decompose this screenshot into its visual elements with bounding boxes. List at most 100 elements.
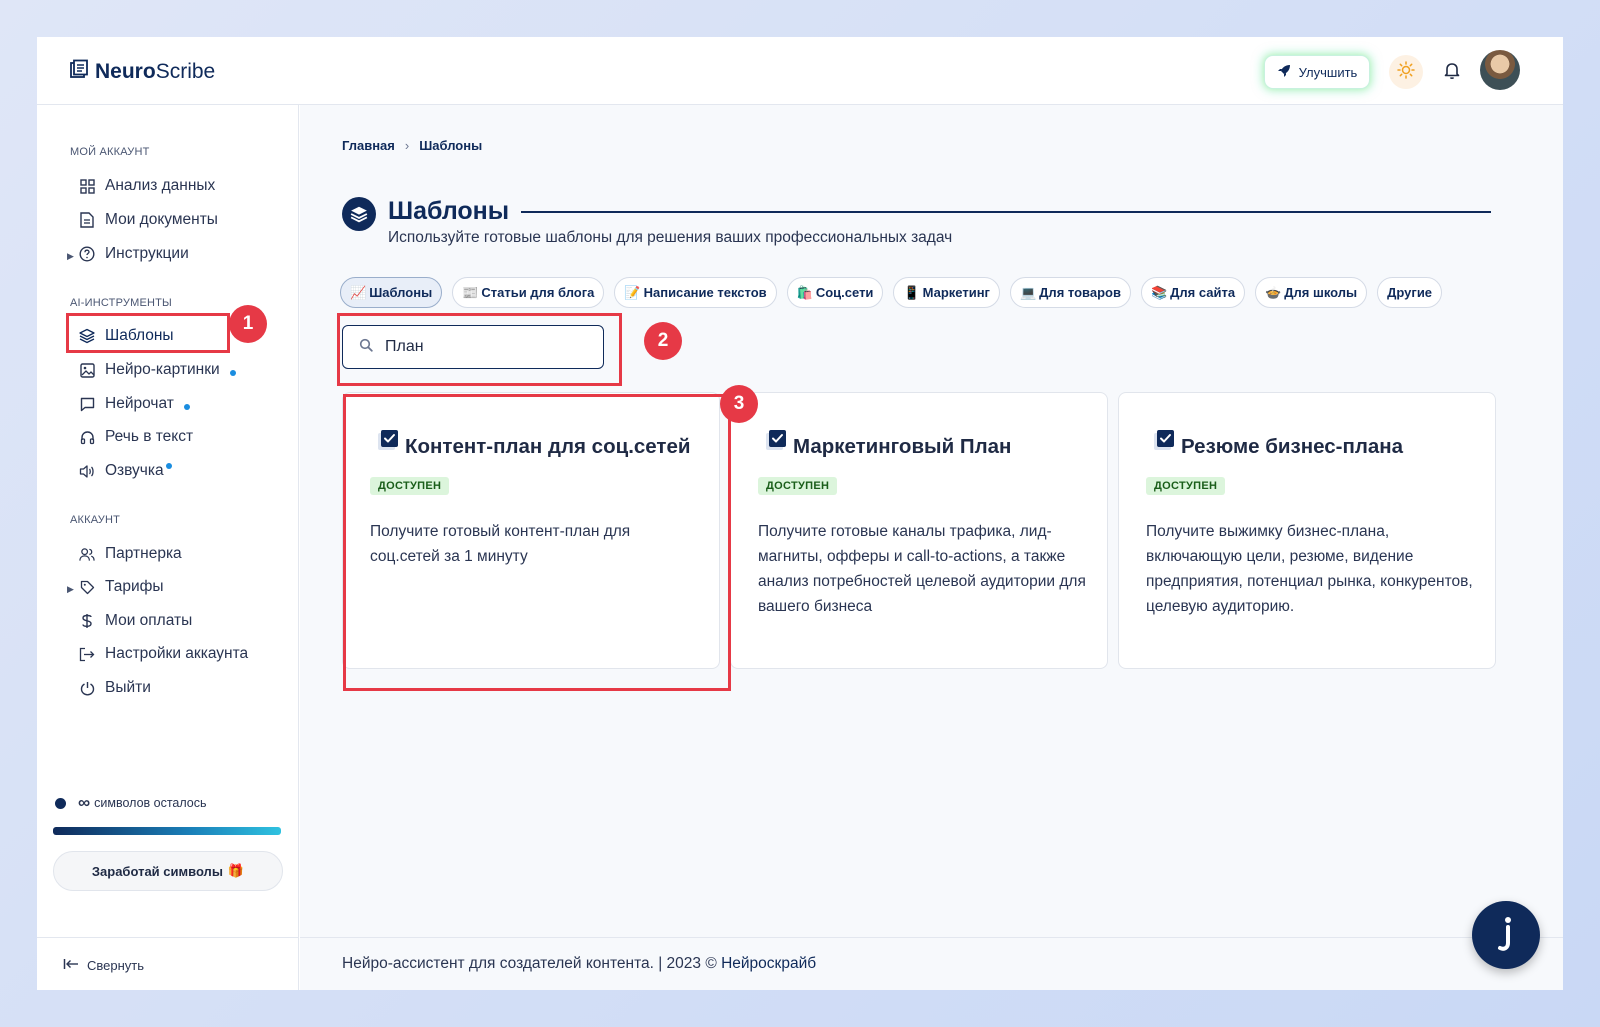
page-title: Шаблоны <box>388 197 510 225</box>
card-description: Получите выжимку бизнес-плана, включающу… <box>1146 523 1473 615</box>
footer-copyright: Нейро-ассистент для создателей контента.… <box>342 955 717 972</box>
tab-writing[interactable]: 📝 Написание текстов <box>614 277 777 308</box>
page-footer: Нейро-ассистент для создателей контента.… <box>300 937 1563 990</box>
tab-products[interactable]: 💻 Для товаров <box>1009 277 1131 308</box>
step-badge-2: 2 <box>644 322 682 360</box>
tab-website[interactable]: 📚 Для сайта <box>1140 277 1246 308</box>
tab-label: Соц.сети <box>815 285 874 300</box>
status-badge: ДОСТУПЕН <box>758 477 838 495</box>
sidebar: МОЙ АККАУНТ Анализ данных ▶ Мои документ… <box>37 105 299 990</box>
theme-toggle-button[interactable] <box>1389 55 1423 89</box>
sidebar-section-my-account: МОЙ АККАУНТ <box>70 146 150 158</box>
credits-label: символов осталось <box>94 796 207 810</box>
card-title: Маркетинговый План <box>793 435 1012 458</box>
sign-in-arrow-icon <box>79 646 95 662</box>
gift-icon: 🎁 <box>227 863 245 878</box>
earn-credits-button[interactable]: Заработай символы 🎁 <box>53 851 283 891</box>
tab-templates[interactable]: 📈 Шаблоны <box>340 277 443 308</box>
memo-emoji-icon: 📝 <box>624 284 641 300</box>
logo[interactable]: NeuroScribe <box>69 59 215 85</box>
page-subtitle: Используйте готовые шаблоны для решения … <box>388 229 953 246</box>
sidebar-item-label: Партнерка <box>105 545 182 562</box>
logo-text-bold: Neuro <box>95 60 156 83</box>
top-header: NeuroScribe Улучшить <box>37 37 1563 105</box>
status-badge: ДОСТУПЕН <box>1146 477 1226 495</box>
sidebar-item-my-payments[interactable]: Мои оплаты <box>79 607 192 635</box>
sidebar-item-logout[interactable]: Выйти <box>79 674 151 702</box>
laptop-emoji-icon: 💻 <box>1019 284 1037 300</box>
sidebar-item-speech-to-text[interactable]: Речь в текст <box>79 423 193 451</box>
expand-caret-icon[interactable]: ▶ <box>67 584 74 595</box>
breadcrumb-home-link[interactable]: Главная <box>342 138 395 153</box>
step-badge-3: 3 <box>720 385 758 423</box>
template-card-marketing-plan[interactable]: Маркетинговый План ДОСТУПЕН Получите гот… <box>730 392 1108 669</box>
sidebar-item-label: Нейрочат <box>105 395 174 412</box>
power-icon <box>79 680 95 696</box>
highlight-box-card <box>343 394 731 691</box>
collapse-arrow-icon <box>63 958 79 973</box>
help-chat-button[interactable] <box>1472 901 1540 969</box>
status-dot <box>55 797 66 809</box>
newspaper-emoji-icon: 📰 <box>462 284 479 300</box>
tab-school[interactable]: 🍲 Для школы <box>1255 277 1368 308</box>
sidebar-item-pricing[interactable]: Тарифы <box>79 573 164 601</box>
image-icon <box>79 362 95 378</box>
new-indicator-dot <box>183 404 190 410</box>
tab-social[interactable]: 🛍️ Соц.сети <box>786 277 884 308</box>
sidebar-item-my-documents[interactable]: Мои документы <box>79 206 218 234</box>
sidebar-item-instructions[interactable]: Инструкции <box>79 240 189 268</box>
tab-label: Другие <box>1387 285 1433 300</box>
headphones-icon <box>79 429 95 445</box>
user-avatar[interactable] <box>1480 50 1520 90</box>
expand-caret-icon[interactable]: ▶ <box>67 251 74 262</box>
sidebar-item-label: Тарифы <box>105 578 164 595</box>
tab-label: Статьи для блога <box>481 285 595 300</box>
notifications-button[interactable] <box>1437 57 1467 87</box>
checkbox-icon <box>1153 429 1175 451</box>
tab-marketing[interactable]: 📱 Маркетинг <box>893 277 1000 308</box>
question-circle-icon <box>79 246 95 262</box>
category-tabs: 📈 Шаблоны 📰 Статьи для блога 📝 Написание те… <box>340 277 1443 308</box>
sidebar-item-voiceover[interactable]: Озвучка <box>79 457 172 485</box>
sidebar-item-label: Мои документы <box>105 211 218 228</box>
sidebar-item-label: Мои оплаты <box>105 612 193 629</box>
sidebar-item-neuro-images[interactable]: Нейро-картинки <box>79 356 236 384</box>
title-divider <box>521 211 1491 213</box>
tag-icon <box>79 579 95 595</box>
collapse-sidebar-button[interactable]: Свернуть <box>63 958 144 973</box>
checkbox-icon <box>765 429 787 451</box>
speaker-icon <box>79 463 95 479</box>
bell-icon <box>1442 60 1462 85</box>
app-window: NeuroScribe Улучшить МОЙ АККАУНТ Анализ … <box>37 37 1563 990</box>
infinity-symbol: ∞ <box>78 793 91 812</box>
sidebar-item-account-settings[interactable]: Настройки аккаунта <box>79 640 248 668</box>
phone-emoji-icon: 📱 <box>903 284 920 300</box>
logo-text-rest: Scribe <box>155 60 216 83</box>
tab-blog-articles[interactable]: 📰 Статьи для блога <box>452 277 605 308</box>
step-badge-1: 1 <box>229 305 267 343</box>
sidebar-item-neurochat[interactable]: Нейрочат <box>79 390 190 418</box>
footer-brand-link[interactable]: Нейроскрайб <box>721 955 816 972</box>
template-card-business-plan-summary[interactable]: Резюме бизнес-плана ДОСТУПЕН Получите вы… <box>1118 392 1496 669</box>
upgrade-button[interactable]: Улучшить <box>1264 55 1370 89</box>
tab-label: Маркетинг <box>922 285 990 300</box>
tab-label: Для школы <box>1284 285 1358 300</box>
tab-other[interactable]: Другие <box>1377 277 1443 308</box>
chat-bubble-icon <box>79 396 95 412</box>
tab-label: Для сайта <box>1170 285 1236 300</box>
new-indicator-dot <box>229 370 236 376</box>
users-icon <box>79 546 95 562</box>
card-description: Получите готовые каналы трафика, лид-маг… <box>758 523 1086 615</box>
upgrade-label: Улучшить <box>1298 64 1358 80</box>
sidebar-item-partners[interactable]: Партнерка <box>79 540 182 568</box>
document-icon <box>79 212 95 228</box>
sidebar-section-account: АККАУНТ <box>70 514 121 526</box>
sidebar-item-label: Выйти <box>105 679 151 696</box>
sidebar-footer: Свернуть <box>37 937 299 990</box>
sidebar-section-ai-tools: AI-ИНСТРУМЕНТЫ <box>70 297 172 309</box>
sidebar-item-label: Озвучка <box>105 462 164 479</box>
sidebar-item-label: Нейро-картинки <box>105 361 220 378</box>
rocket-icon <box>1277 64 1291 81</box>
credits-progress-bar <box>53 827 281 835</box>
sidebar-item-data-analysis[interactable]: Анализ данных <box>79 172 215 200</box>
